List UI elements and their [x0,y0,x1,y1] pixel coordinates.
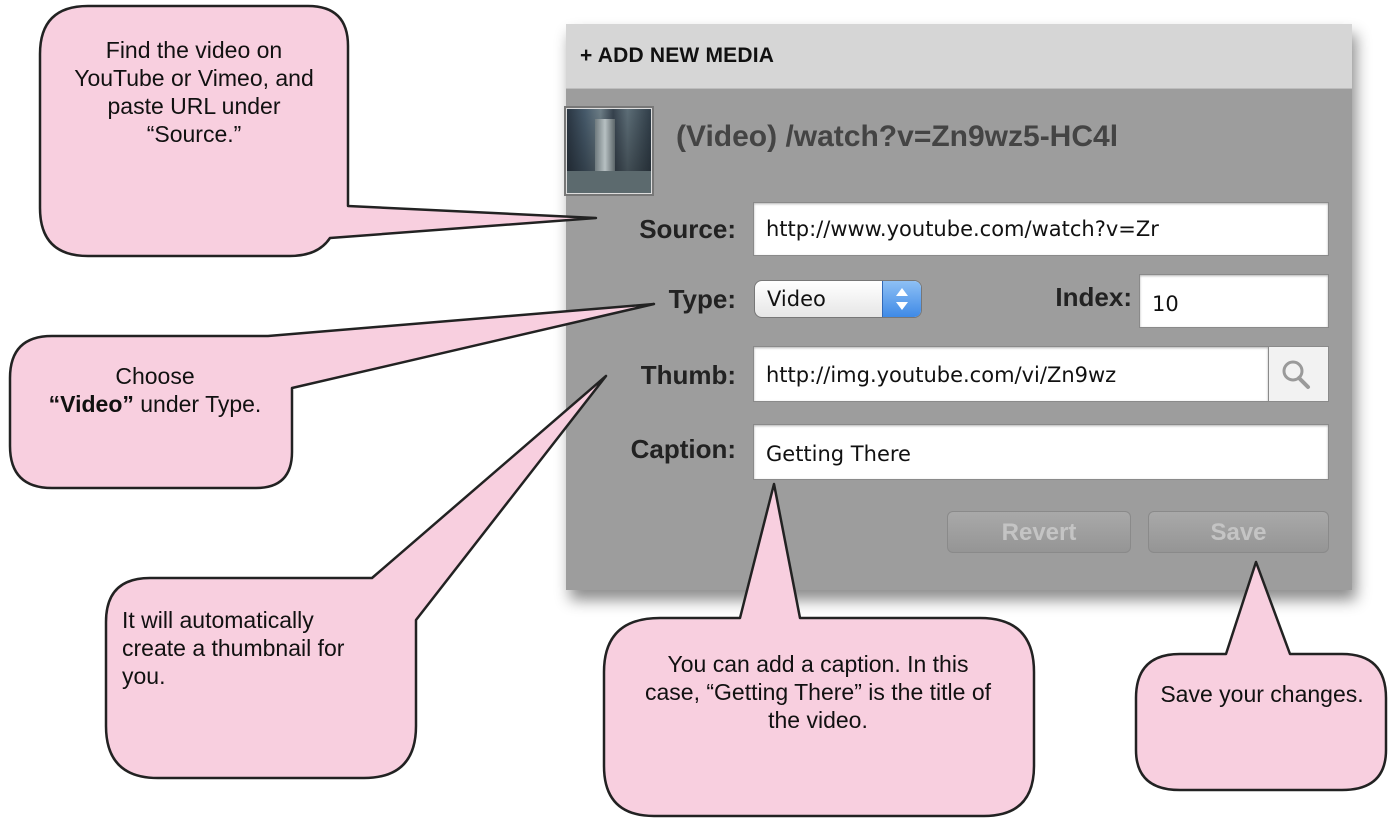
callout-choose-post: under Type. [140,391,262,417]
callout-find-video-text: Find the video on YouTube or Vimeo, and … [74,37,314,147]
callout-choose-bold: “Video” [48,391,134,417]
callout-save-bubble [1134,560,1388,792]
callout-caption-text: You can add a caption. In this case, “Ge… [644,651,991,733]
callout-choose-pre: Choose [115,363,195,389]
callout-choose-video-text: Choose “Video” under Type. [30,362,280,418]
callout-thumbnail-text: It will automatically create a thumbnail… [122,607,345,689]
callout-save-text: Save your changes. [1160,681,1364,707]
